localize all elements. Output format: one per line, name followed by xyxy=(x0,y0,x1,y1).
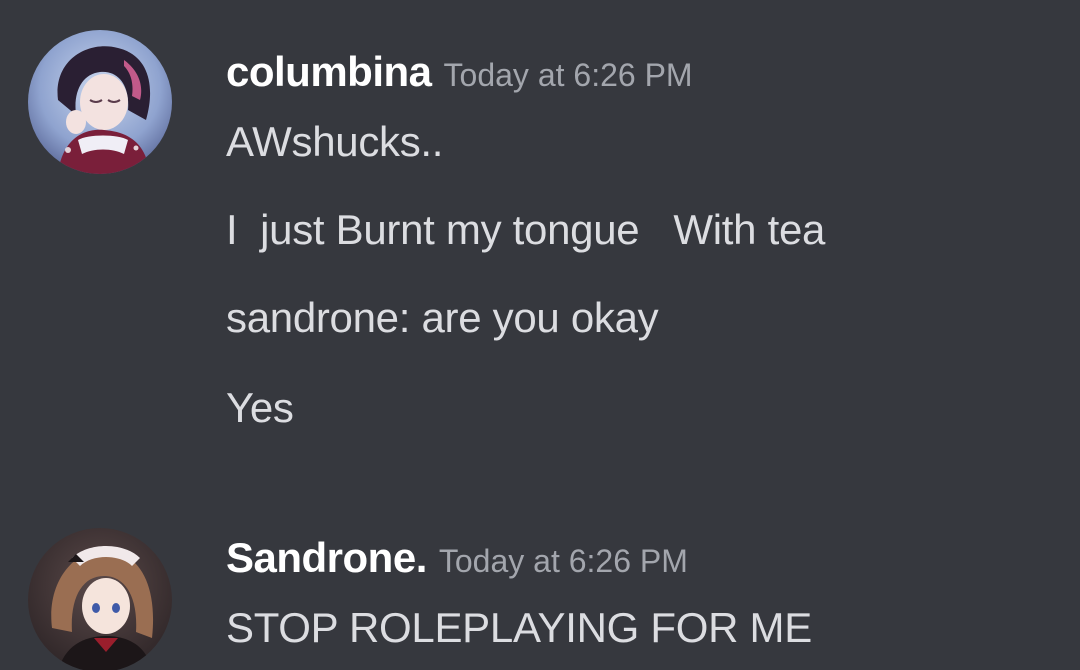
avatar[interactable] xyxy=(28,30,172,174)
avatar[interactable] xyxy=(28,528,172,670)
message-line: AWshucks.. xyxy=(226,118,444,165)
message-group-sandrone: Sandrone. Today at 6:26 PM STOP ROLEPLAYI… xyxy=(0,510,1080,670)
message-header: Sandrone. Today at 6:26 PM xyxy=(226,534,688,582)
username[interactable]: Sandrone. xyxy=(226,534,427,581)
message-line: STOP ROLEPLAYING FOR ME xyxy=(226,604,812,651)
message-line: I just Burnt my tongue With tea xyxy=(226,206,826,253)
username[interactable]: columbina xyxy=(226,48,432,95)
avatar-sandrone-icon xyxy=(28,528,172,670)
message-header: columbina Today at 6:26 PM xyxy=(226,48,693,96)
timestamp: Today at 6:26 PM xyxy=(443,57,693,93)
timestamp: Today at 6:26 PM xyxy=(438,543,688,579)
message-line: Yes xyxy=(226,384,294,431)
message-group-columbina: columbina Today at 6:26 PM AWshucks.. I j… xyxy=(0,0,1080,460)
avatar-columbina-icon xyxy=(28,30,172,174)
message-line: sandrone: are you okay xyxy=(226,294,659,341)
